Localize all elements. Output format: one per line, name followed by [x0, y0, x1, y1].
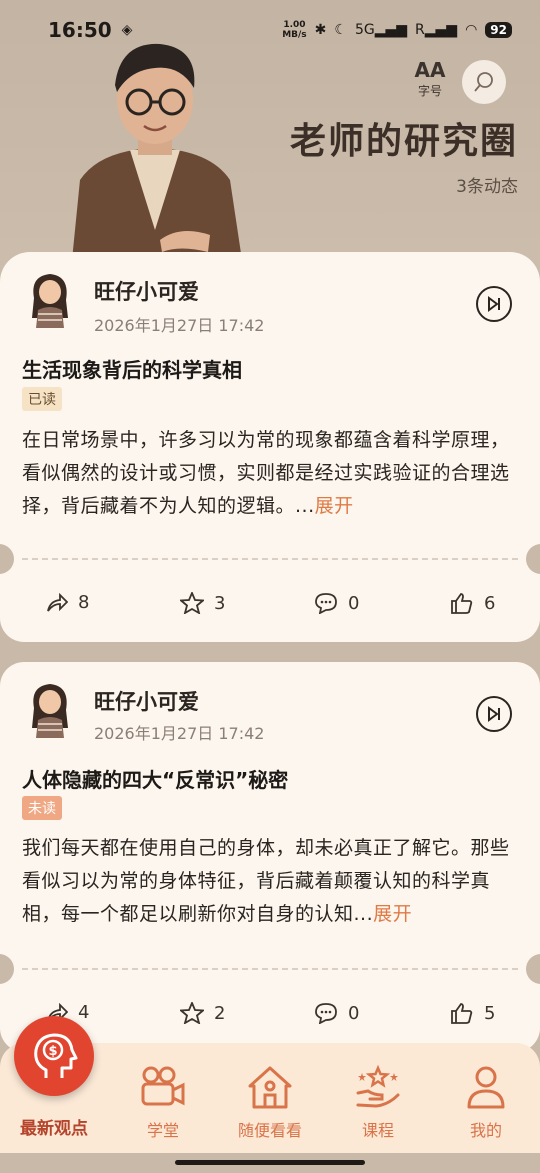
card-notch-left: [0, 954, 14, 984]
star-icon: [180, 592, 204, 614]
author-name[interactable]: 旺仔小可爱: [94, 276, 199, 306]
tab-label: 我的: [469, 1121, 502, 1140]
like-count: 5: [484, 1002, 496, 1024]
latest-views-fab[interactable]: $: [14, 1016, 94, 1096]
like-button[interactable]: 5: [450, 1002, 495, 1024]
play-next-icon: [488, 296, 500, 312]
play-audio-button[interactable]: [476, 286, 512, 322]
head-dollar-icon: $: [34, 1033, 78, 1078]
share-button[interactable]: 8: [46, 592, 89, 613]
expand-link[interactable]: 展开: [373, 903, 412, 925]
comment-count: 0: [348, 592, 360, 614]
comment-button[interactable]: 0: [314, 1002, 359, 1024]
thumbs-up-icon: [451, 1003, 473, 1024]
clock: 16:50: [48, 18, 112, 42]
read-status-badge: 已读: [22, 387, 62, 411]
post-card[interactable]: 旺仔小可爱 2026年1月27日 17:42 生活现象背后的科学真相 已读 在日…: [0, 252, 540, 642]
bluetooth-icon: ✱: [314, 22, 327, 38]
font-size-button[interactable]: AA 字号: [412, 58, 448, 99]
comment-button[interactable]: 0: [314, 592, 359, 614]
do-not-disturb-icon: ☾: [334, 22, 347, 38]
home-indicator[interactable]: [175, 1160, 365, 1165]
tab-label: 课程: [361, 1121, 394, 1140]
tab-label: 随便看看: [237, 1121, 302, 1140]
tab-courses[interactable]: 课程: [333, 1061, 423, 1141]
signal-5g-icon: 5G▂▄▆: [354, 22, 408, 38]
post-date: 2026年1月27日 17:42: [94, 316, 265, 335]
author-avatar: [32, 684, 68, 738]
favorite-button[interactable]: 3: [180, 592, 225, 614]
post-title[interactable]: 生活现象背后的科学真相: [22, 354, 242, 383]
divider: [22, 968, 518, 970]
share-icon: [47, 592, 68, 612]
like-count: 6: [484, 592, 496, 614]
page-title: 老师的研究圈: [289, 121, 518, 162]
card-notch-right: [526, 954, 540, 984]
favorite-count: 3: [214, 592, 226, 614]
font-size-icon: AA: [414, 58, 446, 82]
star-icon: [180, 1002, 204, 1024]
tab-profile[interactable]: 我的: [441, 1061, 531, 1141]
post-body: 在日常场景中，许多习以为常的现象都蕴含着科学原理，看似偶然的设计或习惯，实则都是…: [22, 429, 510, 517]
expand-link[interactable]: 展开: [315, 495, 354, 517]
comment-count: 0: [348, 1002, 360, 1024]
like-button[interactable]: 6: [450, 592, 495, 614]
svg-text:$: $: [48, 1044, 57, 1059]
post-body: 我们每天都在使用自己的身体，却未必真正了解它。那些看似习以为常的身体特征，背后藏…: [22, 837, 510, 925]
wifi-icon: ◠: [465, 22, 478, 38]
post-title[interactable]: 人体隐藏的四大“反常识”秘密: [22, 764, 288, 793]
favorite-count: 2: [214, 1002, 226, 1024]
share-count: 8: [78, 592, 90, 613]
tab-classroom[interactable]: 学堂: [118, 1061, 208, 1141]
favorite-button[interactable]: 2: [180, 1002, 225, 1024]
comment-icon: [315, 1003, 337, 1024]
divider: [22, 558, 518, 560]
battery-indicator: 92: [485, 22, 512, 38]
tab-latest-views-label[interactable]: 最新观点: [4, 1114, 104, 1139]
comment-icon: [315, 593, 337, 614]
share-count: 4: [78, 1002, 90, 1023]
search-button[interactable]: [462, 60, 506, 104]
status-bar: 16:50 ◈ 1.00 MB/s ✱ ☾ 5G▂▄▆ R▂▄▆ ◠ 92: [0, 0, 540, 60]
post-date: 2026年1月27日 17:42: [94, 724, 265, 743]
author-avatar: [32, 274, 68, 328]
post-card[interactable]: 旺仔小可爱 2026年1月27日 17:42 人体隐藏的四大“反常识”秘密 未读…: [0, 662, 540, 1052]
card-notch-right: [526, 544, 540, 574]
hand-stars-icon: [356, 1065, 400, 1108]
teacher-avatar-illustration: [70, 43, 245, 280]
person-icon: [467, 1066, 505, 1109]
play-audio-button[interactable]: [476, 696, 512, 732]
unread-status-badge: 未读: [22, 796, 62, 820]
card-notch-left: [0, 544, 14, 574]
search-icon: [474, 72, 493, 92]
author-name[interactable]: 旺仔小可爱: [94, 686, 199, 716]
video-camera-icon: [141, 1066, 185, 1106]
signal-roaming-icon: R▂▄▆: [415, 22, 458, 38]
post-count: 3条动态: [456, 177, 518, 197]
tab-browse[interactable]: 随便看看: [225, 1061, 315, 1141]
tab-label: 学堂: [146, 1121, 179, 1140]
network-speed: 1.00 MB/s: [282, 20, 307, 40]
notification-icon: ◈: [121, 22, 133, 38]
play-next-icon: [488, 706, 500, 722]
thumbs-up-icon: [451, 593, 473, 614]
home-icon: [248, 1066, 292, 1109]
font-size-label: 字号: [417, 84, 442, 98]
